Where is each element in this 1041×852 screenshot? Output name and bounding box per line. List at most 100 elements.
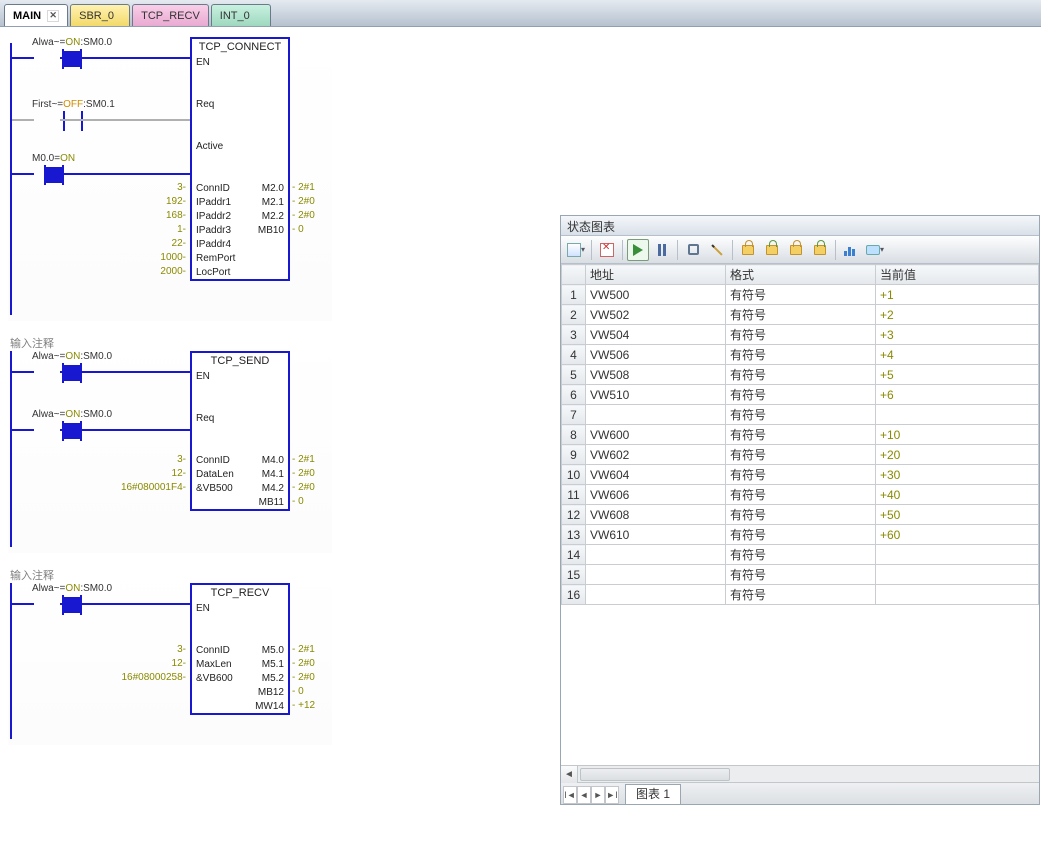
row-number[interactable]: 10 — [562, 465, 586, 485]
cell-value[interactable] — [876, 545, 1039, 565]
nav-last[interactable]: ►I — [605, 786, 619, 804]
cell-value[interactable] — [876, 585, 1039, 605]
nav-prev[interactable]: ◄ — [577, 786, 591, 804]
cell-address[interactable]: VW600 — [586, 425, 726, 445]
table-row[interactable]: 15 有符号 — [562, 565, 1039, 585]
pause-button[interactable] — [651, 239, 673, 261]
sheet-tab-1[interactable]: 图表 1 — [625, 784, 681, 804]
cell-value[interactable]: +10 — [876, 425, 1039, 445]
run-button[interactable] — [627, 239, 649, 261]
cell-value[interactable]: +1 — [876, 285, 1039, 305]
cell-format[interactable]: 有符号 — [726, 525, 876, 545]
tab-tcp_recv[interactable]: TCP_RECV — [132, 4, 209, 26]
trend-button[interactable] — [840, 239, 862, 261]
cell-format[interactable]: 有符号 — [726, 585, 876, 605]
table-row[interactable]: 12VW608有符号+50 — [562, 505, 1039, 525]
network-2[interactable]: 输入注释 Alwa~=ON:SM0.0 Alwa~=ON:SM0.0 TCP_S… — [8, 333, 332, 553]
cell-format[interactable]: 有符号 — [726, 325, 876, 345]
row-number[interactable]: 13 — [562, 525, 586, 545]
row-number[interactable]: 15 — [562, 565, 586, 585]
cell-format[interactable]: 有符号 — [726, 385, 876, 405]
cell-address[interactable]: VW506 — [586, 345, 726, 365]
lock-button[interactable] — [737, 239, 759, 261]
table-row[interactable]: 13VW610有符号+60 — [562, 525, 1039, 545]
new-chart-button[interactable]: ▾ — [565, 239, 587, 261]
tab-close-icon[interactable]: ✕ — [47, 10, 59, 22]
row-number[interactable]: 7 — [562, 405, 586, 425]
cell-value[interactable]: +6 — [876, 385, 1039, 405]
row-number[interactable]: 8 — [562, 425, 586, 445]
cell-format[interactable]: 有符号 — [726, 345, 876, 365]
cell-value[interactable] — [876, 405, 1039, 425]
cell-format[interactable]: 有符号 — [726, 425, 876, 445]
table-row[interactable]: 8VW600有符号+10 — [562, 425, 1039, 445]
col-address[interactable]: 地址 — [586, 265, 726, 285]
cell-format[interactable]: 有符号 — [726, 305, 876, 325]
cell-value[interactable]: +20 — [876, 445, 1039, 465]
table-row[interactable]: 6VW510有符号+6 — [562, 385, 1039, 405]
cell-address[interactable] — [586, 545, 726, 565]
cell-address[interactable]: VW602 — [586, 445, 726, 465]
table-row[interactable]: 2VW502有符号+2 — [562, 305, 1039, 325]
cell-address[interactable] — [586, 585, 726, 605]
fb-tcp-send[interactable]: TCP_SENDENReqConnIDM4.03-- 2#1DataLenM4.… — [190, 351, 290, 511]
cell-address[interactable]: VW502 — [586, 305, 726, 325]
cell-address[interactable]: VW504 — [586, 325, 726, 345]
cell-format[interactable]: 有符号 — [726, 485, 876, 505]
cell-format[interactable]: 有符号 — [726, 565, 876, 585]
cell-address[interactable]: VW500 — [586, 285, 726, 305]
cell-value[interactable]: +50 — [876, 505, 1039, 525]
cell-address[interactable] — [586, 405, 726, 425]
row-number[interactable]: 2 — [562, 305, 586, 325]
cell-value[interactable]: +3 — [876, 325, 1039, 345]
cell-address[interactable]: VW610 — [586, 525, 726, 545]
lock-all-button[interactable] — [785, 239, 807, 261]
table-row[interactable]: 7 有符号 — [562, 405, 1039, 425]
cell-value[interactable]: +30 — [876, 465, 1039, 485]
table-row[interactable]: 16 有符号 — [562, 585, 1039, 605]
table-row[interactable]: 3VW504有符号+3 — [562, 325, 1039, 345]
tab-sbr_0[interactable]: SBR_0 — [70, 4, 130, 26]
cell-format[interactable]: 有符号 — [726, 405, 876, 425]
table-row[interactable]: 11VW606有符号+40 — [562, 485, 1039, 505]
unlock-all-button[interactable] — [809, 239, 831, 261]
table-row[interactable]: 14有符号 — [562, 545, 1039, 565]
nav-next[interactable]: ► — [591, 786, 605, 804]
table-row[interactable]: 10VW604有符号+30 — [562, 465, 1039, 485]
row-number[interactable]: 16 — [562, 585, 586, 605]
tab-main[interactable]: MAIN✕ — [4, 4, 68, 26]
write-button[interactable] — [706, 239, 728, 261]
cell-format[interactable]: 有符号 — [726, 465, 876, 485]
tag-button[interactable]: ▾ — [864, 239, 886, 261]
fb-tcp-connect[interactable]: TCP_CONNECTENReqActiveConnIDM2.03-- 2#1I… — [190, 37, 290, 281]
table-row[interactable]: 4VW506有符号+4 — [562, 345, 1039, 365]
hscroll-left[interactable]: ◄ — [561, 766, 578, 783]
row-number[interactable]: 9 — [562, 445, 586, 465]
row-number[interactable]: 3 — [562, 325, 586, 345]
table-row[interactable]: 1VW500有符号+1 — [562, 285, 1039, 305]
cell-address[interactable]: VW606 — [586, 485, 726, 505]
status-chart-hscroll[interactable]: ◄ — [561, 765, 1039, 782]
cell-format[interactable]: 有符号 — [726, 285, 876, 305]
cell-address[interactable]: VW508 — [586, 365, 726, 385]
cell-address[interactable]: VW604 — [586, 465, 726, 485]
row-number[interactable]: 12 — [562, 505, 586, 525]
network-3[interactable]: 输入注释 Alwa~=ON:SM0.0 TCP_RECVENConnIDM5.0… — [8, 565, 332, 745]
grid-corner[interactable] — [562, 265, 586, 285]
fb-tcp-recv[interactable]: TCP_RECVENConnIDM5.03-- 2#1MaxLenM5.112-… — [190, 583, 290, 715]
cell-value[interactable]: +40 — [876, 485, 1039, 505]
col-value[interactable]: 当前值 — [876, 265, 1039, 285]
cell-format[interactable]: 有符号 — [726, 445, 876, 465]
cell-address[interactable]: VW510 — [586, 385, 726, 405]
row-number[interactable]: 14 — [562, 545, 586, 565]
row-number[interactable]: 4 — [562, 345, 586, 365]
status-chart-grid[interactable]: 地址 格式 当前值 1VW500有符号+12VW502有符号+23VW504有符… — [561, 264, 1039, 765]
cell-address[interactable]: VW608 — [586, 505, 726, 525]
cell-value[interactable]: +4 — [876, 345, 1039, 365]
col-format[interactable]: 格式 — [726, 265, 876, 285]
table-row[interactable]: 9VW602有符号+20 — [562, 445, 1039, 465]
cell-format[interactable]: 有符号 — [726, 365, 876, 385]
hscroll-thumb[interactable] — [580, 768, 730, 781]
row-number[interactable]: 5 — [562, 365, 586, 385]
network-1[interactable]: Alwa~=ON:SM0.0 First~=OFF:SM0.1 M0.0=ON … — [8, 31, 332, 321]
